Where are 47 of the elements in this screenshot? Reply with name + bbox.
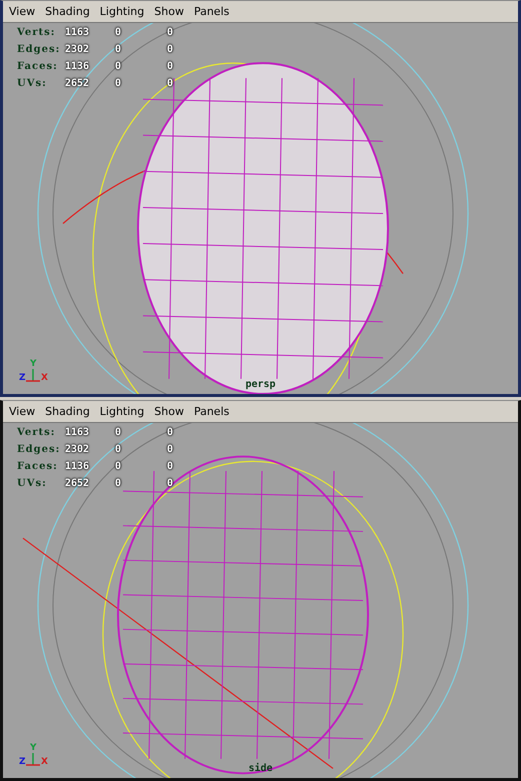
stat-label: UVs:: [17, 78, 48, 89]
stat-label: Edges:: [17, 44, 62, 55]
stat-value: 1163: [65, 426, 90, 438]
stat-value: 0: [115, 444, 122, 455]
axis-label: Z: [19, 374, 26, 383]
axis-label: Y: [30, 744, 37, 753]
stat-value: 0: [115, 478, 122, 489]
stat-value: 0: [167, 426, 174, 438]
stat-value: 2302: [65, 44, 90, 55]
menu-item[interactable]: Lighting: [100, 404, 144, 418]
menu-item[interactable]: Lighting: [100, 5, 144, 18]
stat-value: 0: [115, 78, 122, 89]
stat-label: Faces:: [17, 61, 59, 72]
stat-value: 1136: [65, 460, 90, 472]
stat-value: 0: [115, 460, 122, 472]
axis-lines-icon: [25, 752, 41, 766]
stat-label: Edges:: [17, 444, 62, 455]
stat-label: Verts:: [17, 27, 56, 38]
stat-value: 0: [167, 27, 174, 38]
stat-value: 0: [115, 426, 122, 438]
stat-value: 0: [115, 44, 122, 55]
axis-label: Z: [19, 758, 26, 767]
axis-label: X: [41, 374, 48, 383]
stat-value: 0: [167, 460, 174, 472]
axis-label: X: [41, 758, 48, 767]
menu-item[interactable]: View: [9, 404, 36, 418]
menu-item[interactable]: Shading: [45, 404, 90, 418]
stat-value: 0: [115, 27, 122, 38]
menu-item[interactable]: Show: [154, 5, 184, 18]
menu-item[interactable]: Show: [154, 404, 184, 418]
stat-value: 0: [167, 44, 174, 55]
menu-item[interactable]: View: [9, 5, 36, 18]
stat-label: Faces:: [17, 460, 59, 472]
stat-value: 2302: [65, 444, 90, 455]
stat-value: 1136: [65, 61, 90, 72]
stat-value: 1163: [65, 27, 90, 38]
menu-item[interactable]: Panels: [194, 404, 230, 418]
stat-label: Verts:: [17, 426, 56, 438]
axis-label: Y: [30, 360, 37, 369]
menu-item[interactable]: Shading: [45, 5, 90, 18]
stat-value: 0: [115, 61, 122, 72]
stat-value: 0: [167, 444, 174, 455]
axis-lines-icon: [25, 368, 41, 382]
menu-item[interactable]: Panels: [194, 5, 230, 18]
camera-label: persp: [245, 378, 276, 390]
stat-label: UVs:: [17, 478, 48, 489]
stat-value: 0: [167, 61, 174, 72]
